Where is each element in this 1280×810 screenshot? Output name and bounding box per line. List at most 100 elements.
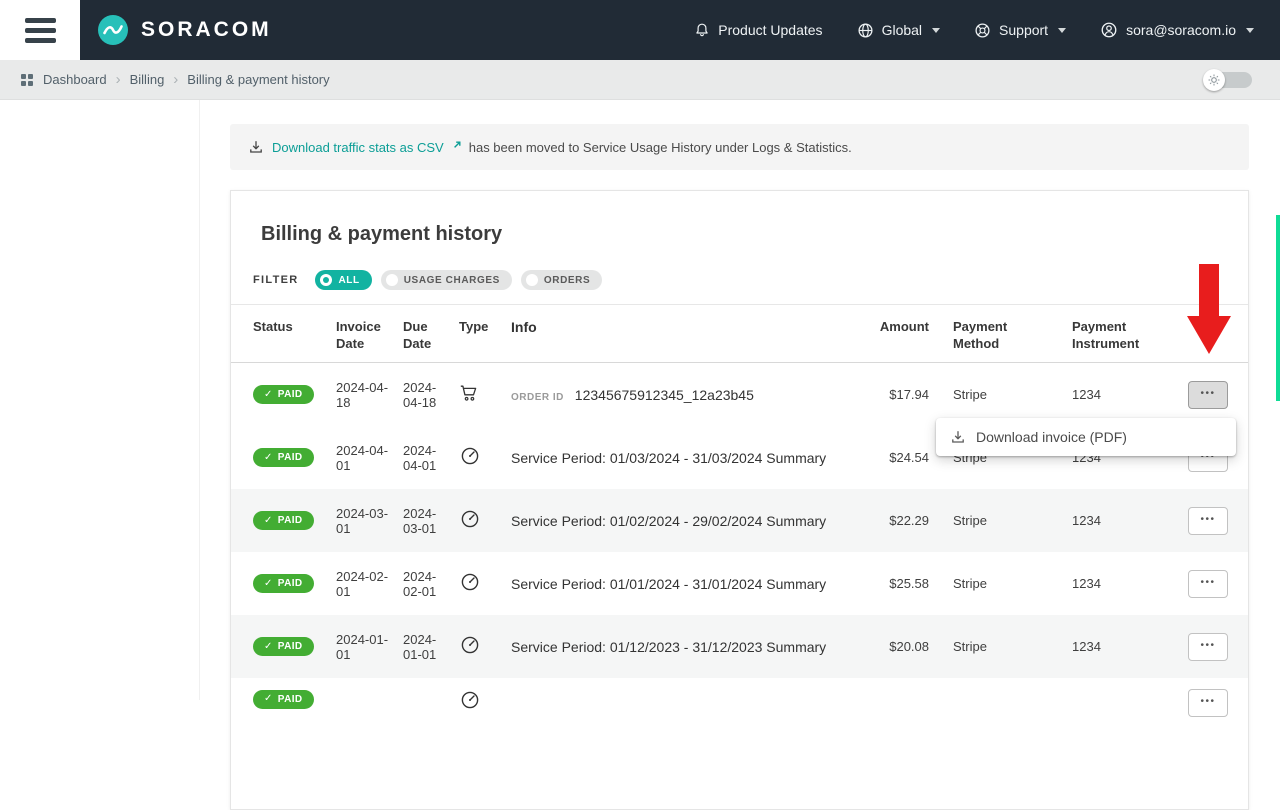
billing-history-card: Billing & payment history FILTER ALL USA… <box>230 190 1249 810</box>
breadcrumb-current-page: Billing & payment history <box>187 72 329 87</box>
info-text: 12345675912345_12a23b45 <box>575 387 754 403</box>
page-title: Billing & payment history <box>231 191 1248 270</box>
nav-product-updates[interactable]: Product Updates <box>694 22 822 38</box>
invoice-date: 2024-02-01 <box>336 569 403 599</box>
actions-cell: ••• <box>1188 570 1228 598</box>
radio-icon <box>386 274 398 286</box>
row-actions-menu: Download invoice (PDF) <box>936 418 1236 456</box>
amount: $22.29 <box>869 513 929 528</box>
info-text: Service Period: 01/12/2023 - 31/12/2023 … <box>511 639 826 655</box>
usage-meter-icon <box>459 508 481 530</box>
hamburger-icon <box>25 18 56 23</box>
due-date: 2024-01-01 <box>403 632 459 662</box>
ellipsis-icon: ••• <box>1200 578 1215 588</box>
header-status: Status <box>253 319 336 336</box>
filter-option-usage-charges[interactable]: USAGE CHARGES <box>381 270 512 290</box>
payment-method: Stripe <box>929 513 1072 528</box>
breadcrumb-billing[interactable]: Billing <box>130 72 165 87</box>
invoice-date: 2024-04-01 <box>336 443 403 473</box>
row-actions-button[interactable]: ••• <box>1188 381 1228 409</box>
breadcrumb-dashboard[interactable]: Dashboard <box>43 72 107 87</box>
scroll-indicator[interactable] <box>1276 215 1280 401</box>
radio-selected-icon <box>320 274 332 286</box>
header-payment-instrument: Payment Instrument <box>1072 319 1188 352</box>
main-content: Download traffic stats as CSV has been m… <box>230 100 1249 810</box>
row-actions-button[interactable]: ••• <box>1188 633 1228 661</box>
actions-cell: ••• <box>1188 689 1228 717</box>
usage-meter-icon <box>459 571 481 593</box>
radio-icon <box>526 274 538 286</box>
status-cell: ✓ PAID <box>253 637 336 657</box>
header-amount: Amount <box>869 319 929 336</box>
download-icon <box>950 429 966 445</box>
external-link-icon <box>449 141 461 153</box>
table-row: ✓ PAID 2024-03-01 2024-03-01 Service Per… <box>231 489 1248 552</box>
due-date: 2024-04-01 <box>403 443 459 473</box>
check-icon: ✓ <box>264 642 273 652</box>
filter-row: FILTER ALL USAGE CHARGES ORDERS <box>231 270 1248 305</box>
payment-method: Stripe <box>929 639 1072 654</box>
download-csv-link[interactable]: Download traffic stats as CSV <box>272 140 461 155</box>
nav-support[interactable]: Support <box>974 22 1066 39</box>
filter-option-all[interactable]: ALL <box>315 270 371 290</box>
theme-toggle[interactable] <box>1206 72 1252 88</box>
nav-account[interactable]: sora@soracom.io <box>1100 21 1254 39</box>
header-info: Info <box>511 319 869 337</box>
status-badge: ✓ PAID <box>253 574 314 593</box>
chevron-down-icon <box>1058 28 1066 33</box>
info-text: Service Period: 01/03/2024 - 31/03/2024 … <box>511 450 826 466</box>
top-navigation-bar: SORACOM Product Updates Global <box>0 0 1280 60</box>
status-badge: ✓ PAID <box>253 448 314 467</box>
actions-cell: ••• <box>1188 633 1228 661</box>
status-badge: ✓ PAID <box>253 511 314 530</box>
status-cell: ✓ PAID <box>253 448 336 468</box>
table-row: ✓ PAID 2024-01-01 2024-01-01 Service Per… <box>231 615 1248 678</box>
info-cell: Service Period: 01/01/2024 - 31/01/2024 … <box>511 576 869 592</box>
status-badge: ✓ PAID <box>253 637 314 656</box>
row-actions-button[interactable]: ••• <box>1188 570 1228 598</box>
nav-label: Product Updates <box>718 22 822 38</box>
info-cell: Service Period: 01/02/2024 - 29/02/2024 … <box>511 513 869 529</box>
due-date: 2024-04-18 <box>403 380 459 410</box>
invoice-date: 2024-01-01 <box>336 632 403 662</box>
menu-button[interactable] <box>0 0 80 60</box>
ellipsis-icon: ••• <box>1200 697 1215 707</box>
download-icon <box>248 139 264 155</box>
status-cell: ✓ PAID <box>253 511 336 531</box>
ellipsis-icon: ••• <box>1200 389 1215 399</box>
status-badge: ✓ PAID <box>253 385 314 404</box>
breadcrumb: Dashboard › Billing › Billing & payment … <box>0 60 1280 100</box>
cart-icon <box>459 383 479 403</box>
chevron-down-icon <box>932 28 940 33</box>
header-due-date: Due Date <box>403 319 459 352</box>
invoice-date: 2024-03-01 <box>336 506 403 536</box>
status-cell: ✓ PAID <box>253 574 336 594</box>
invoice-date: 2024-04-18 <box>336 380 403 410</box>
check-icon: ✓ <box>264 453 273 463</box>
table-row: ✓ PAID <box>231 678 1248 741</box>
menu-item-download-invoice[interactable]: Download invoice (PDF) <box>976 429 1127 445</box>
info-notice: Download traffic stats as CSV has been m… <box>230 124 1249 170</box>
amount: $24.54 <box>869 450 929 465</box>
status-badge: ✓ PAID <box>253 690 314 709</box>
due-date: 2024-02-01 <box>403 569 459 599</box>
globe-icon <box>857 22 874 39</box>
annotation-arrow <box>1187 264 1231 354</box>
row-actions-button[interactable]: ••• <box>1188 689 1228 717</box>
nav-label: Global <box>882 22 922 38</box>
info-text: Service Period: 01/01/2024 - 31/01/2024 … <box>511 576 826 592</box>
filter-label: FILTER <box>253 274 298 286</box>
type-cell <box>459 445 511 470</box>
nav-global[interactable]: Global <box>857 22 940 39</box>
row-actions-button[interactable]: ••• <box>1188 507 1228 535</box>
filter-option-orders[interactable]: ORDERS <box>521 270 602 290</box>
type-cell <box>459 571 511 596</box>
amount: $20.08 <box>869 639 929 654</box>
table-header: Status Invoice Date Due Date Type Info A… <box>231 305 1248 363</box>
check-icon: ✓ <box>264 390 273 400</box>
bell-icon <box>694 22 710 38</box>
brand-name: SORACOM <box>141 18 272 42</box>
info-cell: ORDER ID 12345675912345_12a23b45 <box>511 387 869 403</box>
chevron-down-icon <box>1246 28 1254 33</box>
payment-method: Stripe <box>929 387 1072 402</box>
